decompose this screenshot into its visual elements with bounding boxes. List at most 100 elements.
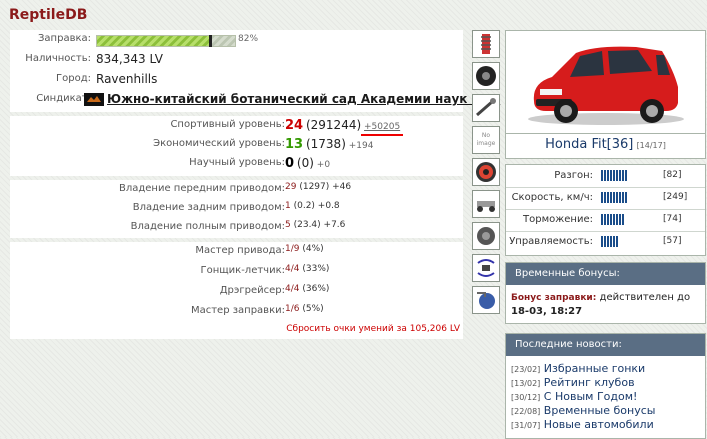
- stat-bar-segment: [607, 214, 609, 225]
- skill-level: 4/4: [285, 264, 300, 274]
- bonus-name: Бонус заправки:: [511, 293, 597, 303]
- stat-label: Разгон:: [554, 170, 593, 181]
- stat-bar-segment: [601, 170, 603, 181]
- stat-bar-segment: [610, 214, 612, 225]
- fuel-bar-fill: [97, 36, 211, 46]
- bonus-date: 18-03, 18:27: [511, 306, 583, 317]
- drives-panel: Владение передним приводом: 29 (1297) +4…: [10, 180, 463, 238]
- stat-bar-segment: [625, 192, 627, 203]
- level-row-economic: Экономический уровень: 13 (1738) +194: [10, 136, 463, 155]
- skill-row: Мастер привода: 1/9 (4%): [10, 243, 463, 262]
- tire-icon[interactable]: [472, 62, 500, 90]
- news-item[interactable]: [22/08] Временные бонусы: [511, 404, 655, 417]
- page-title: ReptileDB: [9, 7, 88, 23]
- drive-level: 5: [285, 220, 291, 230]
- skills-panel: Мастер привода: 1/9 (4%) Гонщик-летчик: …: [10, 242, 463, 339]
- fuel-percent: 82%: [238, 34, 259, 44]
- stat-bar-segment: [622, 170, 624, 181]
- turbo-icon[interactable]: [472, 286, 500, 314]
- bonus-text: действителен до: [599, 292, 691, 303]
- fuel-bar-marker: [209, 35, 213, 47]
- news-item[interactable]: [30/12] С Новым Годом!: [511, 390, 637, 403]
- news-date: [23/02]: [511, 365, 541, 374]
- stat-bar-segment: [601, 192, 603, 203]
- stat-bar-segment: [610, 192, 612, 203]
- engine-icon[interactable]: [472, 222, 500, 250]
- stat-bar-segment: [616, 192, 618, 203]
- stat-value: [57]: [663, 236, 682, 246]
- stat-row: Скорость, км/ч: [249]: [506, 187, 705, 210]
- news-item[interactable]: [13/02] Рейтинг клубов: [511, 376, 635, 389]
- stat-value: [249]: [663, 192, 688, 202]
- news-title[interactable]: Избранные гонки: [544, 362, 645, 375]
- skill-label: Мастер заправки:: [190, 305, 285, 316]
- skill-rest: (5%): [302, 304, 324, 314]
- bonuses-panel: Временные бонусы: Бонус заправки: действ…: [505, 262, 706, 324]
- level-label: Экономический уровень:: [153, 138, 285, 149]
- drive-label: Владение передним приводом:: [118, 183, 285, 194]
- suspension-icon[interactable]: [472, 30, 500, 58]
- level-delta: +0: [316, 160, 331, 170]
- news-title[interactable]: С Новым Годом!: [544, 390, 638, 403]
- stat-bar-segment: [613, 214, 615, 225]
- car-name[interactable]: Honda Fit[36]: [545, 137, 633, 152]
- stat-label: Торможение:: [523, 214, 593, 225]
- skill-level: 4/4: [285, 284, 300, 294]
- stat-bar-segment: [610, 236, 612, 247]
- brake-disc-icon[interactable]: [472, 158, 500, 186]
- news-header: Последние новости:: [506, 334, 705, 356]
- stat-bar-segment: [604, 192, 606, 203]
- stat-bar-segment: [604, 236, 606, 247]
- drive-level: 29: [285, 182, 297, 192]
- chassis-icon[interactable]: [472, 190, 500, 218]
- level-row-sport: Спортивный уровень: 24 (291244) +50205: [10, 117, 463, 136]
- news-date: [22/08]: [511, 407, 541, 416]
- news-item[interactable]: [31/07] Новые автомобили: [511, 418, 654, 431]
- skill-label: Дрэгрейсер:: [219, 285, 285, 296]
- info-panel: Заправка: 82% Наличность: 834,343 LV Гор…: [10, 30, 500, 112]
- stat-bar-segment: [607, 170, 609, 181]
- drive-level: 1: [285, 201, 291, 211]
- drive-row: Владение задним приводом: 1 (0.2) +0.8: [10, 200, 463, 219]
- cash-value: 834,343 LV: [96, 52, 164, 66]
- stat-bar-segment: [613, 236, 615, 247]
- stat-bar-segment: [601, 214, 603, 225]
- level-points: (291244): [305, 118, 362, 132]
- stat-bar-segment: [625, 170, 627, 181]
- stat-bar-segment: [607, 236, 609, 247]
- stat-value: [82]: [663, 170, 682, 180]
- car-image[interactable]: [505, 30, 706, 134]
- level-value: 0: [285, 156, 295, 171]
- no-image-icon[interactable]: No image: [472, 126, 500, 154]
- level-points: (1738): [305, 137, 346, 151]
- stat-row: Управляемость: [57]: [506, 231, 705, 253]
- levels-panel: Спортивный уровень: 24 (291244) +50205 Э…: [10, 116, 463, 176]
- news-item[interactable]: [23/02] Избранные гонки: [511, 362, 645, 375]
- skill-level: 1/6: [285, 304, 300, 314]
- syndicate-label: Синдикат:: [36, 93, 91, 104]
- news-title[interactable]: Временные бонусы: [544, 404, 656, 417]
- news-title[interactable]: Новые автомобили: [544, 418, 654, 431]
- syndicate-link[interactable]: Южно-китайский ботанический сад Академии…: [107, 92, 500, 106]
- stat-bar-segment: [601, 236, 603, 247]
- reset-skills-link[interactable]: Сбросить очки умений за 105,206 LV: [286, 324, 460, 334]
- syndicate-emblem-icon: [84, 93, 104, 106]
- fuel-bar: [96, 35, 236, 47]
- news-date: [13/02]: [511, 379, 541, 388]
- steering-icon[interactable]: [472, 94, 500, 122]
- skill-rest: (33%): [302, 264, 330, 274]
- car-stats: Разгон: [82] Скорость, км/ч: [249] Тормо…: [505, 164, 706, 256]
- stat-bar-segment: [619, 170, 621, 181]
- stat-row: Торможение: [74]: [506, 209, 705, 232]
- news-title[interactable]: Рейтинг клубов: [544, 376, 635, 389]
- stat-row: Разгон: [82]: [506, 165, 705, 188]
- level-row-science: Научный уровень: 0 (0) +0: [10, 155, 463, 174]
- stat-value: [74]: [663, 214, 682, 224]
- stat-bar-segment: [613, 192, 615, 203]
- fuel-label: Заправка:: [38, 33, 91, 44]
- skill-row: Мастер заправки: 1/6 (5%): [10, 303, 463, 322]
- skill-rest: (4%): [302, 244, 324, 254]
- stat-bar-segment: [604, 170, 606, 181]
- electronics-icon[interactable]: [472, 254, 500, 282]
- stat-label: Управляемость:: [509, 236, 593, 247]
